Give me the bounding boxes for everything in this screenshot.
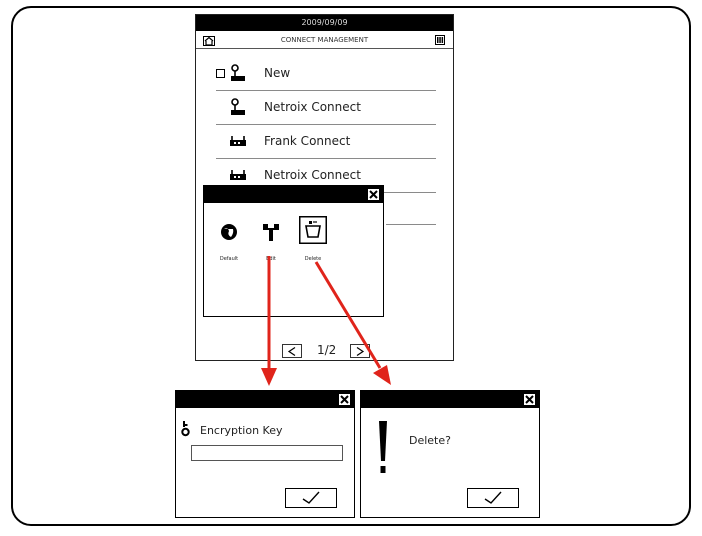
arrow-to-delete-dialog [314, 261, 391, 385]
arrow-to-edit-dialog [261, 256, 277, 386]
flow-arrows [261, 256, 391, 386]
